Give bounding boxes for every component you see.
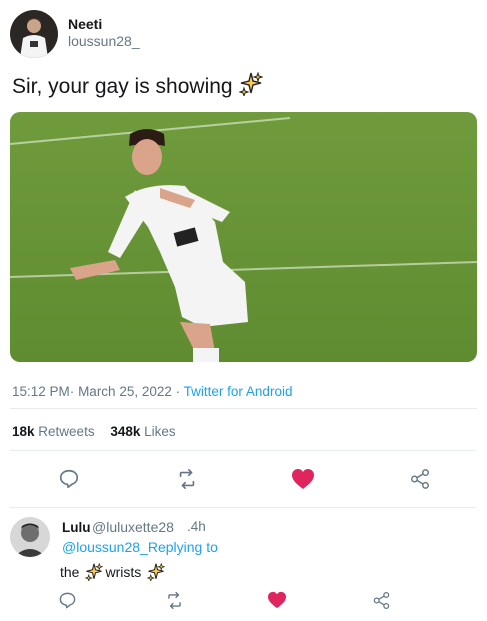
replying-to: @loussun28_Replying to xyxy=(62,539,218,555)
tweet-source[interactable]: Twitter for Android xyxy=(184,384,293,399)
share-icon xyxy=(411,469,429,489)
reply-author-avatar[interactable] xyxy=(10,517,50,557)
author-handle[interactable]: loussun28_ xyxy=(68,33,140,49)
reply-mention-link[interactable]: @loussun28_ xyxy=(62,539,148,555)
tweet-date[interactable]: March 25, 2022 xyxy=(78,384,172,399)
like-button[interactable] xyxy=(290,466,316,492)
reply-reply-button[interactable] xyxy=(56,589,78,611)
author-name[interactable]: Neeti xyxy=(68,16,102,32)
reply-like-button[interactable] xyxy=(266,589,288,611)
sparkles-icon xyxy=(147,563,166,581)
meta-separator: · xyxy=(69,384,75,399)
tweet-time[interactable]: 15:12 PM xyxy=(12,384,70,399)
sparkles-icon xyxy=(238,71,264,102)
retweet-button[interactable] xyxy=(174,466,200,492)
share-icon xyxy=(373,591,389,609)
reply-author-handle[interactable]: @luluxette28 xyxy=(92,519,174,535)
likes-stat[interactable]: 348k Likes xyxy=(110,424,175,439)
tweet-meta: 15:12 PM· March 25, 2022 · Twitter for A… xyxy=(12,384,292,399)
reply-time[interactable]: .4h xyxy=(187,519,206,534)
replying-to-label: Replying to xyxy=(147,539,218,555)
author-avatar[interactable] xyxy=(10,10,58,58)
divider xyxy=(10,408,477,409)
reply-text: the wrists xyxy=(60,563,166,581)
reply-text-middle: wrists xyxy=(105,564,142,580)
heart-icon xyxy=(292,469,314,489)
divider xyxy=(10,450,477,451)
sparkles-icon xyxy=(85,563,104,581)
reply-author-name[interactable]: Lulu xyxy=(62,520,91,535)
divider xyxy=(10,507,477,508)
share-button[interactable] xyxy=(407,466,433,492)
tweet-text: Sir, your gay is showing xyxy=(12,71,264,102)
reply-icon xyxy=(59,592,75,608)
tweet-stats: 18k Retweets 348k Likes xyxy=(12,424,176,439)
tweet-photo[interactable] xyxy=(10,112,477,362)
retweet-icon xyxy=(179,469,195,489)
reply-icon xyxy=(59,469,79,489)
heart-icon xyxy=(268,591,286,609)
reply-button[interactable] xyxy=(56,466,82,492)
reply-share-button[interactable] xyxy=(370,589,392,611)
reply-retweet-button[interactable] xyxy=(163,589,185,611)
tweet-text-content: Sir, your gay is showing xyxy=(12,75,233,98)
retweets-stat[interactable]: 18k Retweets xyxy=(12,424,95,439)
retweet-icon xyxy=(167,591,181,609)
reply-text-before: the xyxy=(60,564,80,580)
meta-separator: · xyxy=(175,384,181,399)
